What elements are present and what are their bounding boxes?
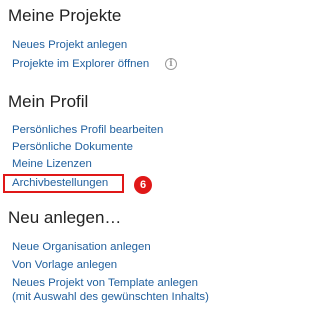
link-neues-projekt-anlegen[interactable]: Neues Projekt anlegen <box>12 38 127 52</box>
link-persoenliches-profil-bearbeiten[interactable]: Persönliches Profil bearbeiten <box>12 123 163 137</box>
link-label-line-2: (mit Auswahl des gewünschten Inhalts) <box>12 291 209 303</box>
link-label-line-1: Neues Projekt von Template anlegen <box>12 277 198 289</box>
section-heading-mein-profil: Mein Profil <box>8 92 89 111</box>
link-von-vorlage-anlegen[interactable]: Von Vorlage anlegen <box>12 258 117 272</box>
link-projekte-im-explorer-oeffnen[interactable]: Projekte im Explorer öffnen <box>12 57 149 71</box>
section-heading-meine-projekte: Meine Projekte <box>8 6 122 25</box>
link-persoenliche-dokumente[interactable]: Persönliche Dokumente <box>12 140 133 154</box>
link-neues-projekt-von-template-anlegen[interactable]: Neues Projekt von Template anlegen (mit … <box>12 276 226 304</box>
highlight-box <box>3 174 124 193</box>
link-meine-lizenzen[interactable]: Meine Lizenzen <box>12 157 92 171</box>
link-neue-organisation-anlegen[interactable]: Neue Organisation anlegen <box>12 240 151 254</box>
section-heading-neu-anlegen: Neu anlegen… <box>8 208 122 227</box>
info-icon[interactable]: i <box>165 58 177 70</box>
step-badge: 6 <box>134 176 152 194</box>
